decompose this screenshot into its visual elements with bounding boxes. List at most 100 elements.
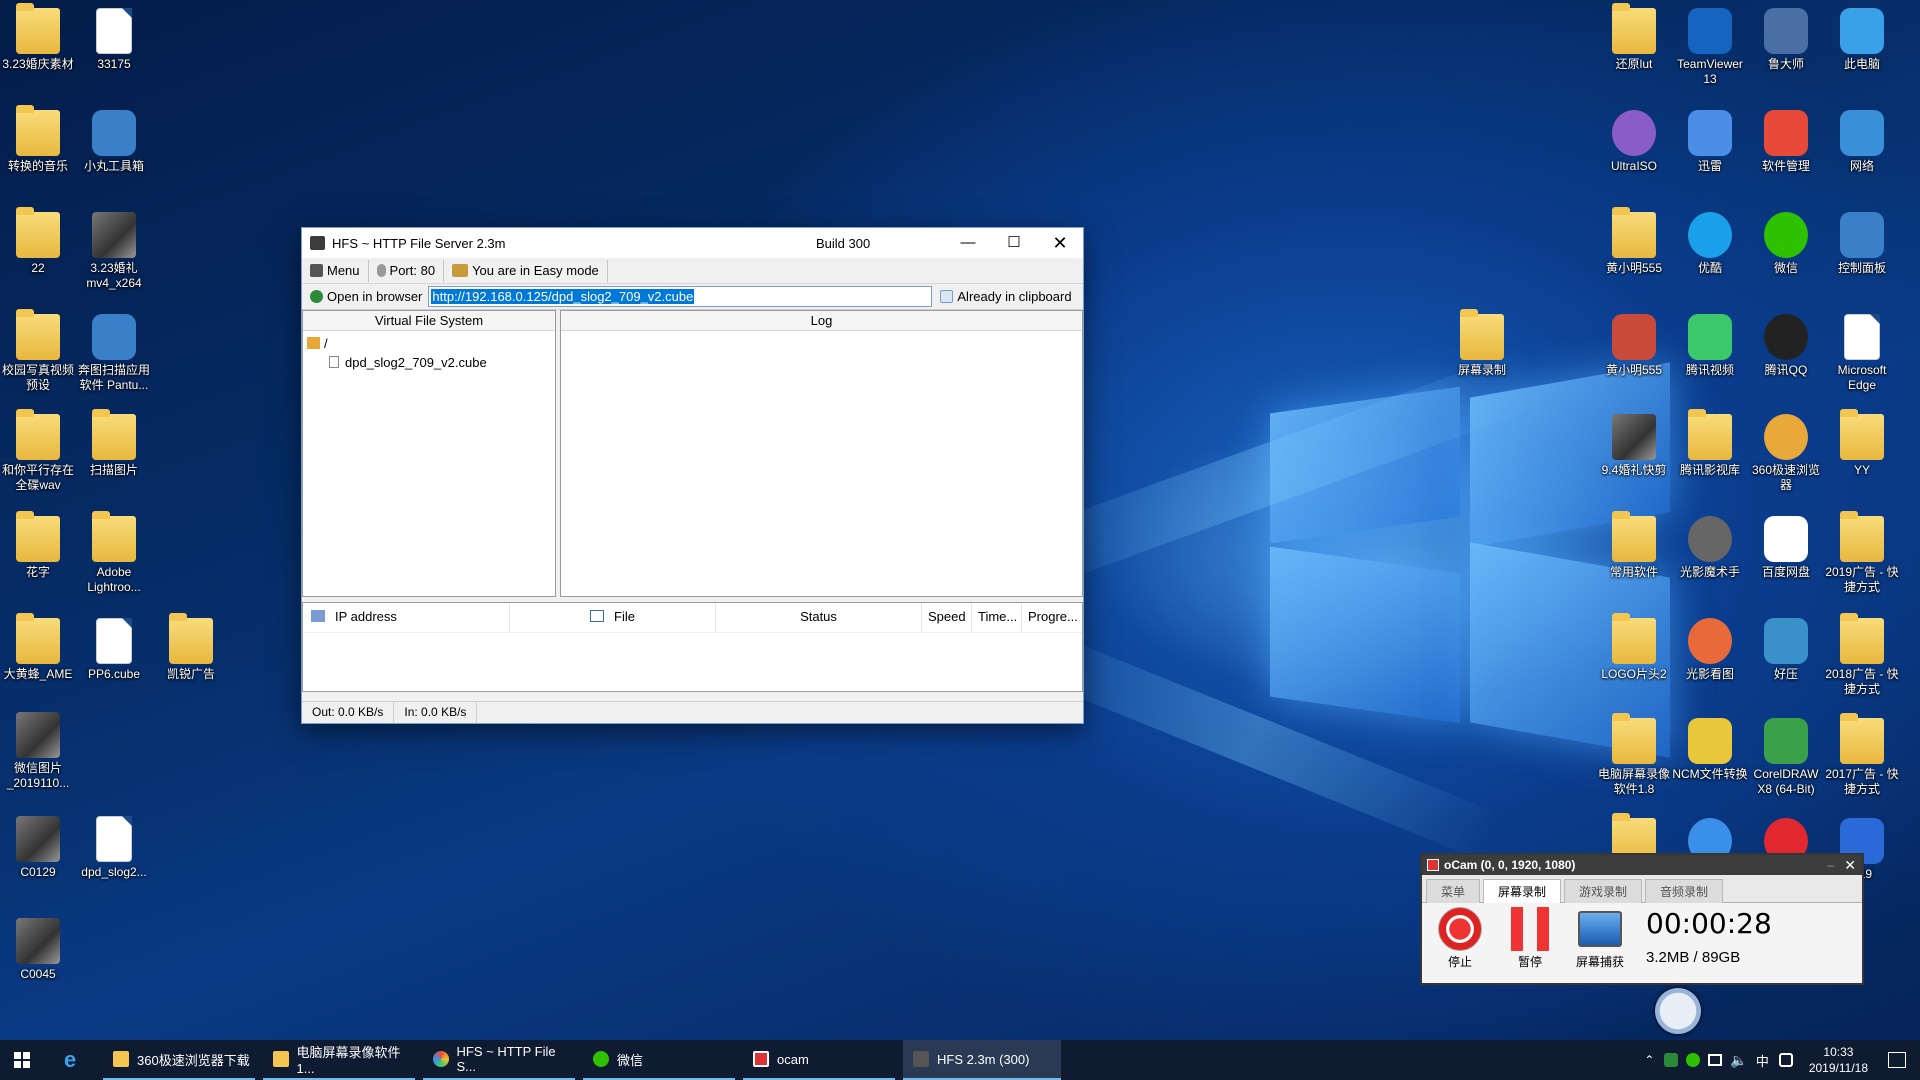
right-desktop-icon[interactable]: 微信 [1748,212,1824,276]
port-button[interactable]: Port: 80 [369,259,445,282]
right-desktop-icon[interactable]: 9.4婚礼快剪 [1596,414,1672,478]
left-desktop-icon[interactable]: 凯锐广告 [153,613,229,682]
hfs-title-bar[interactable]: HFS ~ HTTP File Server 2.3m Build 300 — … [302,228,1083,258]
col-file[interactable]: File [510,603,716,632]
right-desktop-icon[interactable]: 腾讯视频 [1672,314,1748,378]
left-desktop-icon[interactable]: PP6.cube [76,618,152,682]
clipboard-button[interactable]: Already in clipboard [932,286,1079,308]
right-desktop-icon[interactable]: 网络 [1824,110,1900,174]
vfs-pane[interactable]: Virtual File System / dpd_slog2_709_v2.c… [302,310,556,597]
right-desktop-icon[interactable]: 迅雷 [1672,110,1748,174]
col-speed[interactable]: Speed [922,603,972,632]
taskbar-item-folder-recorder[interactable]: 电脑屏幕录像软件1... [263,1040,415,1080]
hfs-window[interactable]: HFS ~ HTTP File Server 2.3m Build 300 — … [301,227,1084,724]
action-center-icon[interactable] [1888,1052,1906,1068]
open-in-browser-button[interactable]: Open in browser [302,286,422,308]
tab-menu[interactable]: 菜单 [1426,879,1481,903]
log-pane[interactable]: Log [560,310,1083,597]
ocam-window[interactable]: oCam (0, 0, 1920, 1080) ✕ – 菜单 屏幕录制 游戏录制… [1420,853,1864,985]
right-desktop-icon[interactable]: 鲁大师 [1748,8,1824,72]
taskbar-item-hfs[interactable]: HFS 2.3m (300) [903,1040,1061,1080]
notification-app-icon[interactable] [1778,1053,1793,1067]
right-desktop-icon[interactable]: 软件管理 [1748,110,1824,174]
ie-taskbar-button[interactable]: e [50,1040,96,1080]
right-desktop-icon[interactable]: TeamViewer 13 [1672,8,1748,87]
right-desktop-icon[interactable]: 腾讯影视库 [1672,409,1748,478]
left-desktop-icon[interactable]: 扫描图片 [76,409,152,478]
right-desktop-icon[interactable]: 2017广告 - 快捷方式 [1824,713,1900,797]
right-desktop-icon[interactable]: LOGO片头2 [1596,613,1672,682]
left-desktop-icon[interactable]: C0045 [0,918,76,982]
left-desktop-icon[interactable]: 微信图片_2019110... [0,712,76,791]
chevron-up-icon[interactable]: ⌃ [1638,1053,1660,1067]
connections-list[interactable]: IP address File Status Speed Time... Pro… [302,602,1083,692]
right-desktop-icon[interactable]: 光影看图 [1672,618,1748,682]
taskbar-item-folder-360[interactable]: 360极速浏览器下载 [103,1040,255,1080]
network-tray-icon[interactable] [1708,1054,1723,1066]
volume-icon[interactable]: 🔈 [1726,1052,1751,1069]
right-desktop-icon[interactable]: 常用软件 [1596,511,1672,580]
left-desktop-icon[interactable]: 小丸工具箱 [76,110,152,174]
mode-button[interactable]: You are in Easy mode [444,259,608,282]
left-desktop-icon[interactable]: C0129 [0,816,76,880]
tab-game-record[interactable]: 游戏录制 [1564,879,1643,903]
right-desktop-icon[interactable]: 360极速浏览器 [1748,414,1824,493]
taskbar-item-hfs-browser[interactable]: HFS ~ HTTP File S... [423,1040,575,1080]
clock[interactable]: 10:33 2019/11/18 [1799,1044,1878,1076]
left-desktop-icon[interactable]: 大黄蜂_AME [0,613,76,682]
start-button[interactable] [0,1040,44,1080]
right-desktop-icon[interactable]: 光影魔术手 [1672,516,1748,580]
right-desktop-icon[interactable]: YY [1824,409,1900,478]
tab-audio-record[interactable]: 音频录制 [1645,879,1724,903]
left-desktop-icon[interactable]: dpd_slog2... [76,816,152,880]
col-time[interactable]: Time... [972,603,1022,632]
left-desktop-icon[interactable]: 3.23婚庆素材 [0,3,76,72]
left-desktop-icon[interactable]: 奔图扫描应用软件 Pantu... [76,314,152,393]
taskbar-item-wechat[interactable]: 微信 [583,1040,735,1080]
left-desktop-icon[interactable]: 22 [0,207,76,276]
right-desktop-icon[interactable]: 控制面板 [1824,212,1900,276]
right-desktop-icon[interactable]: NCM文件转换 [1672,718,1748,782]
left-desktop-icon[interactable]: 3.23婚礼mv4_x264 [76,212,152,291]
right-desktop-icon[interactable]: CorelDRAW X8 (64-Bit) [1748,718,1824,797]
ocam-title-bar[interactable]: oCam (0, 0, 1920, 1080) ✕ – [1422,855,1862,875]
tree-file-item[interactable]: dpd_slog2_709_v2.cube [307,353,551,372]
right-desktop-icon[interactable]: 电脑屏幕录像软件1.8 [1596,713,1672,797]
left-desktop-icon[interactable]: 33175 [76,8,152,72]
security-icon[interactable] [1664,1053,1679,1067]
right-desktop-icon[interactable]: 还原lut [1596,3,1672,72]
left-desktop-icon[interactable]: 转换的音乐 [0,105,76,174]
maximize-button[interactable]: ☐ [991,228,1037,258]
right-desktop-icon[interactable]: UltraISO [1596,110,1672,174]
right-desktop-icon[interactable]: 腾讯QQ [1748,314,1824,378]
ocam-minimize-button[interactable]: – [1827,855,1834,875]
ime-indicator[interactable]: 中 [1752,1051,1773,1070]
wechat-tray-icon[interactable] [1686,1053,1701,1067]
right-desktop-icon[interactable]: 黄小明555 [1596,207,1672,276]
right-desktop-icon[interactable]: Microsoft Edge [1824,314,1900,393]
col-ip[interactable]: IP address [303,603,510,632]
close-button[interactable]: ✕ [1037,228,1083,258]
right-desktop-icon[interactable]: 好压 [1748,618,1824,682]
vfs-tree[interactable]: / dpd_slog2_709_v2.cube [303,331,555,375]
pause-button[interactable]: 暂停 [1500,907,1560,970]
left-desktop-icon[interactable]: 花字 [0,511,76,580]
tree-root[interactable]: / [307,334,551,353]
right-desktop-icon[interactable]: 此电脑 [1824,8,1900,72]
right-desktop-icon[interactable]: 2018广告 - 快捷方式 [1824,613,1900,697]
assistant-bubble-icon[interactable] [1655,988,1701,1034]
right-desktop-icon[interactable]: 黄小明555 [1596,314,1672,378]
col-progress[interactable]: Progre... [1022,603,1082,632]
left-desktop-icon[interactable]: 和你平行存在全碟wav [0,409,76,493]
col-status[interactable]: Status [716,603,922,632]
tab-screen-record[interactable]: 屏幕录制 [1483,879,1562,903]
right-desktop-icon[interactable]: 屏幕录制 [1444,309,1520,378]
left-desktop-icon[interactable]: Adobe Lightroo... [76,511,152,595]
right-desktop-icon[interactable]: 2019广告 - 快捷方式 [1824,511,1900,595]
stop-button[interactable]: 停止 [1430,907,1490,970]
ocam-close-button[interactable]: ✕ [1844,855,1856,875]
taskbar-item-ocam[interactable]: ocam [743,1040,895,1080]
right-desktop-icon[interactable]: 百度网盘 [1748,516,1824,580]
capture-button[interactable]: 屏幕捕获 [1570,907,1630,970]
minimize-button[interactable]: — [945,228,991,258]
